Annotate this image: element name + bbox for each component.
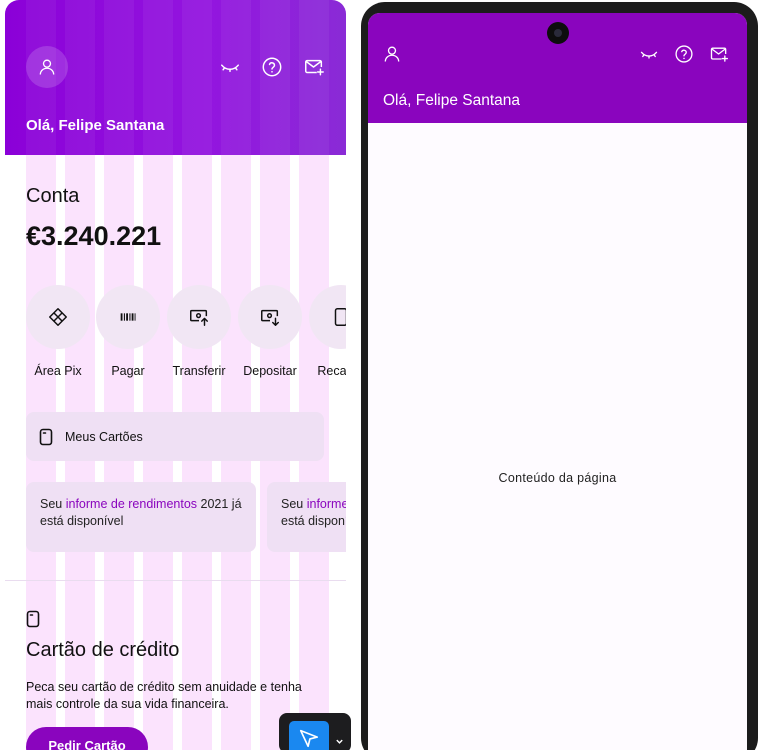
- help-icon: [262, 57, 282, 77]
- credit-card-title: Cartão de crédito: [26, 639, 180, 661]
- card-icon: [39, 428, 53, 445]
- action-label: Área Pix: [34, 364, 82, 378]
- income-report-link[interactable]: informe de rendimentos: [66, 497, 197, 511]
- camera-cutout: [547, 22, 569, 44]
- request-card-button[interactable]: Pedir Cartão: [26, 727, 148, 750]
- greeting: Olá, Felipe Santana: [383, 92, 521, 109]
- action-label: Recarga: [317, 364, 346, 378]
- phone-icon: [334, 308, 346, 326]
- section-divider: [5, 580, 346, 581]
- action-label: Depositar: [243, 364, 297, 378]
- mail-plus-icon: [305, 59, 324, 76]
- eye-closed-icon: [221, 64, 239, 73]
- cursor-icon: [299, 729, 319, 748]
- income-report-link[interactable]: informe de rendimentos: [307, 497, 346, 511]
- help-button[interactable]: [261, 56, 283, 78]
- help-icon: [675, 45, 693, 63]
- transfer-icon: [190, 309, 208, 326]
- user-icon: [384, 46, 400, 62]
- home-screen-overlay-view: Olá, Felipe Santana Conta €3.240.221 Áre…: [5, 0, 346, 750]
- deposit-icon: [261, 309, 279, 326]
- profile-avatar-button[interactable]: [26, 46, 68, 88]
- pix-icon: [49, 308, 67, 326]
- help-button[interactable]: [673, 43, 695, 65]
- action-area-pix[interactable]: Área Pix: [21, 285, 95, 378]
- action-label: Transferir: [172, 364, 226, 378]
- action-depositar[interactable]: Depositar: [233, 285, 307, 378]
- action-recarga[interactable]: Recarga: [304, 285, 346, 378]
- mail-plus-icon: [710, 47, 728, 62]
- info-card[interactable]: Seu informe de rendimentos 2021 já está …: [267, 482, 346, 552]
- action-pagar[interactable]: Pagar: [91, 285, 165, 378]
- my-cards-button[interactable]: Meus Cartões: [26, 412, 324, 461]
- home-content: Conta €3.240.221 Área Pix Pagar Transfer…: [5, 155, 346, 750]
- greeting: Olá, Felipe Santana: [26, 117, 165, 134]
- credit-card-description: Peca seu cartão de crédito sem anuidade …: [26, 680, 302, 711]
- pointer-tool-button[interactable]: [289, 721, 329, 750]
- action-label: Pagar: [111, 364, 145, 378]
- user-icon: [39, 59, 55, 75]
- page-content-placeholder: Conteúdo da página: [498, 471, 617, 485]
- credit-card-icon: [26, 610, 40, 633]
- barcode-icon: [120, 313, 136, 321]
- action-transferir[interactable]: Transferir: [162, 285, 236, 378]
- account-label: Conta: [26, 185, 80, 207]
- eye-closed-icon: [640, 51, 658, 59]
- chevron-down-icon[interactable]: [335, 737, 344, 746]
- phone-screen: Olá, Felipe Santana Conteúdo da página: [368, 13, 747, 750]
- invite-button[interactable]: [708, 43, 730, 65]
- my-cards-label: Meus Cartões: [65, 429, 143, 444]
- stage: Olá, Felipe Santana Conta €3.240.221 Áre…: [0, 0, 763, 750]
- floating-toolbar[interactable]: [279, 713, 351, 750]
- hide-balance-button[interactable]: [219, 56, 241, 78]
- invite-button[interactable]: [303, 56, 325, 78]
- hide-balance-button[interactable]: [638, 43, 660, 65]
- account-balance: €3.240.221: [26, 221, 162, 251]
- header-bar: Olá, Felipe Santana: [5, 0, 346, 155]
- info-card[interactable]: Seu informe de rendimentos 2021 já está …: [26, 482, 256, 552]
- profile-button[interactable]: [381, 43, 403, 65]
